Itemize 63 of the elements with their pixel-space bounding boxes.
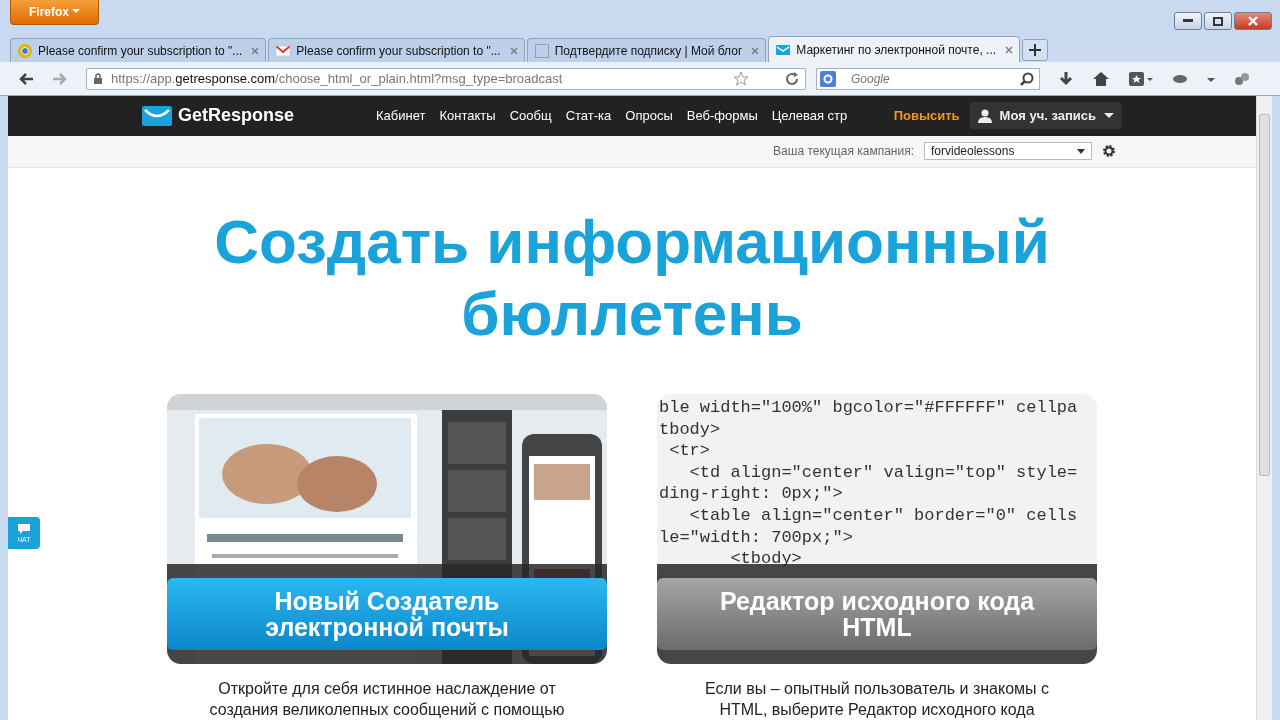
code-line: <tbody>: [729, 548, 803, 570]
plus-icon: [1029, 44, 1042, 56]
campaign-dropdown[interactable]: forvideolessons: [924, 142, 1092, 161]
campaign-value: forvideolessons: [931, 144, 1015, 159]
download-icon[interactable]: [1058, 70, 1074, 87]
nav-link[interactable]: Опросы: [625, 108, 673, 124]
new-tab-button[interactable]: [1022, 39, 1049, 61]
search-icon[interactable]: [1020, 71, 1034, 86]
nav-link[interactable]: Контакты: [439, 108, 496, 124]
nav-link[interactable]: Кабинет: [376, 108, 426, 124]
maximize-icon: [1213, 16, 1223, 26]
nav-link[interactable]: Сообщ: [509, 108, 552, 124]
chat-bubble-icon: [17, 523, 31, 535]
caret-icon: [1077, 148, 1085, 154]
upgrade-link[interactable]: Повысить: [893, 108, 960, 124]
nav-link[interactable]: Стат-ка: [565, 108, 612, 124]
nav-link[interactable]: Целевая стр: [771, 108, 848, 124]
option-card[interactable]: [657, 394, 1097, 664]
code-line: <table align="center" border="0" cells: [688, 504, 1079, 527]
settings-icon[interactable]: [1102, 144, 1116, 159]
nav-link[interactable]: Веб-формы: [686, 108, 758, 124]
description-text: HTML, выберите Редактор исходного кода: [718, 700, 1036, 720]
code-line: ble width="100%" bgcolor="#FFFFFF" cellpa: [659, 397, 1079, 419]
close-icon: [1248, 16, 1258, 26]
code-line: <td align="center" valign="top" style=: [688, 461, 1079, 484]
address-bar[interactable]: https://app.getresponse.com/choose_html_or_plain.html?msg_type=broadcast: [86, 67, 806, 90]
lock-icon: [93, 72, 103, 85]
browser-tab[interactable]: Please confirm your subscription to "...: [268, 38, 525, 62]
close-tab-icon[interactable]: [1005, 45, 1014, 54]
code-line: <tr>: [668, 440, 711, 462]
bookmarks-icon[interactable]: [1128, 70, 1154, 87]
browser-tab[interactable]: Маркетинг по электронной почте, ...: [768, 36, 1021, 62]
code-line: le="width: 700px;">: [659, 526, 854, 549]
home-icon[interactable]: [1092, 70, 1110, 87]
logo-icon: [142, 105, 172, 126]
minimize-button[interactable]: [1174, 12, 1202, 30]
user-icon: [977, 108, 992, 123]
reload-icon[interactable]: [785, 71, 799, 86]
close-tab-icon[interactable]: [251, 46, 260, 55]
browser-tab[interactable]: Подтвердите подписку | Мой блог: [526, 38, 767, 62]
description-text: создания великолепных сообщений с помощью: [208, 700, 566, 720]
scrollbar[interactable]: [1256, 96, 1272, 720]
back-icon[interactable]: [18, 71, 34, 86]
favicon-icon: [17, 42, 33, 59]
option-button[interactable]: Редактор исходного кода HTML: [657, 578, 1097, 650]
code-line: tbody>: [659, 418, 722, 441]
page-title: Создать информационный бюллетень: [213, 206, 1051, 350]
description-text: Если вы – опытный пользователь и знакомы с: [704, 679, 1050, 699]
maximize-button[interactable]: [1204, 12, 1232, 30]
close-tab-icon[interactable]: [751, 46, 760, 55]
close-tab-icon[interactable]: [509, 46, 518, 55]
browser-tab[interactable]: Please confirm your subscription to "...: [10, 38, 267, 62]
logo-text: GetResponse: [178, 105, 295, 127]
minimize-icon: [1183, 19, 1193, 23]
favicon-icon: [533, 42, 550, 59]
campaign-label: Ваша текущая кампания:: [773, 144, 914, 159]
close-button[interactable]: [1234, 12, 1272, 30]
caret-icon: [1104, 112, 1114, 119]
search-field[interactable]: Google: [816, 67, 1040, 90]
description-text: Откройте для себя истинное наслаждение от: [217, 679, 557, 699]
account-menu-button[interactable]: Моя уч. запись: [969, 102, 1122, 130]
favicon-icon: [275, 42, 292, 59]
code-line: ding-right: 0px;">: [659, 483, 844, 505]
